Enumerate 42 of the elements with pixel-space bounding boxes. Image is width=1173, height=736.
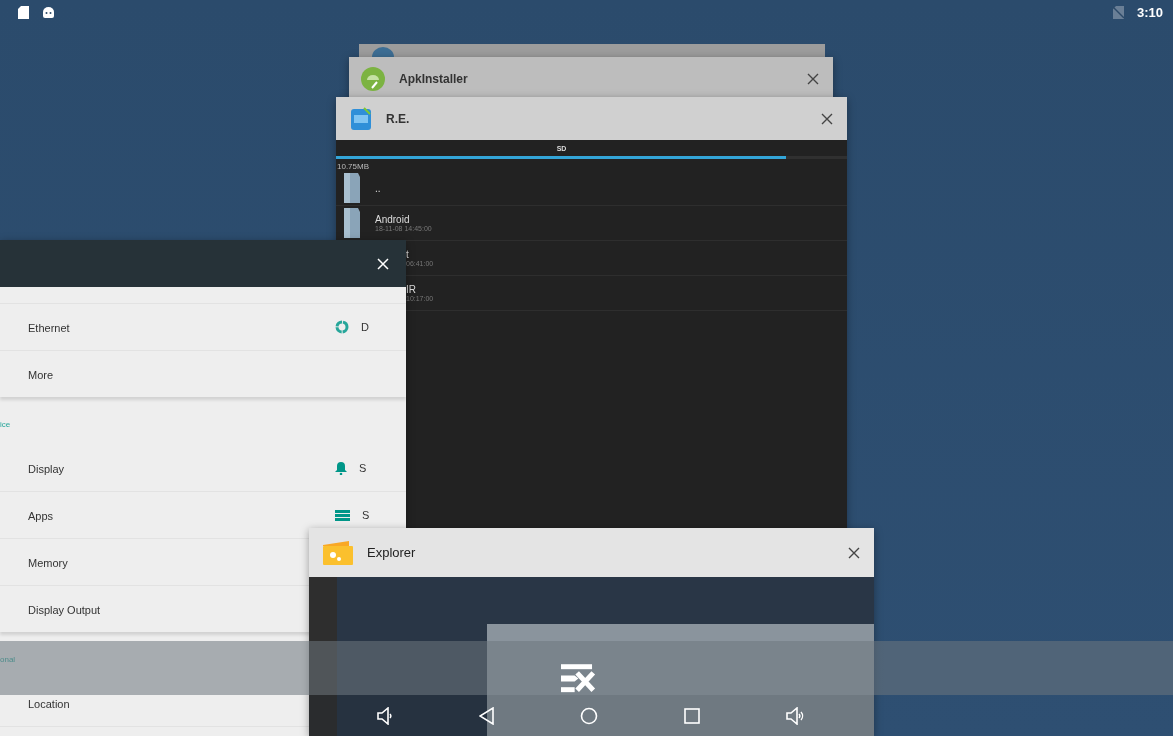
- storage-size: 10.75MB: [336, 161, 371, 171]
- app-title: R.E.: [386, 111, 411, 126]
- clear-all-icon[interactable]: [561, 664, 597, 693]
- settings-item[interactable]: Ethernet: [28, 322, 70, 334]
- ring-icon: [335, 320, 349, 334]
- back-icon[interactable]: [478, 706, 495, 725]
- no-sim-icon: [1112, 5, 1124, 19]
- settings-item[interactable]: Apps: [28, 510, 54, 522]
- file-name[interactable]: IR: [406, 284, 434, 295]
- recents-icon[interactable]: [684, 707, 701, 724]
- folder-gear-icon: [323, 540, 353, 565]
- close-icon[interactable]: [821, 112, 833, 125]
- close-icon[interactable]: [848, 546, 860, 559]
- home-icon[interactable]: [580, 706, 599, 725]
- app-title: ApkInstaller: [399, 72, 469, 86]
- settings-item[interactable]: S: [359, 462, 367, 474]
- folder-icon: [342, 208, 362, 238]
- settings-item[interactable]: Memory: [28, 557, 68, 569]
- app-card-header[interactable]: Explorer: [309, 528, 874, 577]
- settings-item[interactable]: Display: [28, 463, 65, 475]
- android-wrench-icon: [361, 67, 385, 91]
- clock-text: 3:10: [1136, 4, 1163, 20]
- sd-card-icon: [18, 5, 29, 19]
- settings-item[interactable]: Display Output: [28, 604, 101, 616]
- bell-icon: [335, 461, 347, 475]
- app-card-header[interactable]: R.E.: [336, 97, 847, 140]
- settings-item[interactable]: More: [28, 369, 54, 381]
- file-name[interactable]: ..: [375, 182, 381, 194]
- settings-item[interactable]: S: [362, 509, 370, 521]
- settings-item[interactable]: Location: [28, 698, 70, 710]
- volume-down-icon[interactable]: [376, 706, 393, 725]
- file-name[interactable]: t: [406, 249, 434, 260]
- app-title: Explorer: [367, 545, 417, 560]
- storage-icon: [335, 509, 350, 521]
- section-header: onal: [0, 654, 16, 664]
- android-icon: [42, 5, 55, 19]
- settings-item[interactable]: D: [361, 321, 369, 333]
- folder-icon: [342, 173, 362, 203]
- app-icon: [372, 47, 394, 57]
- section-header: ice: [0, 419, 11, 429]
- file-name[interactable]: Android: [375, 214, 432, 225]
- folder-app-icon: [350, 106, 372, 131]
